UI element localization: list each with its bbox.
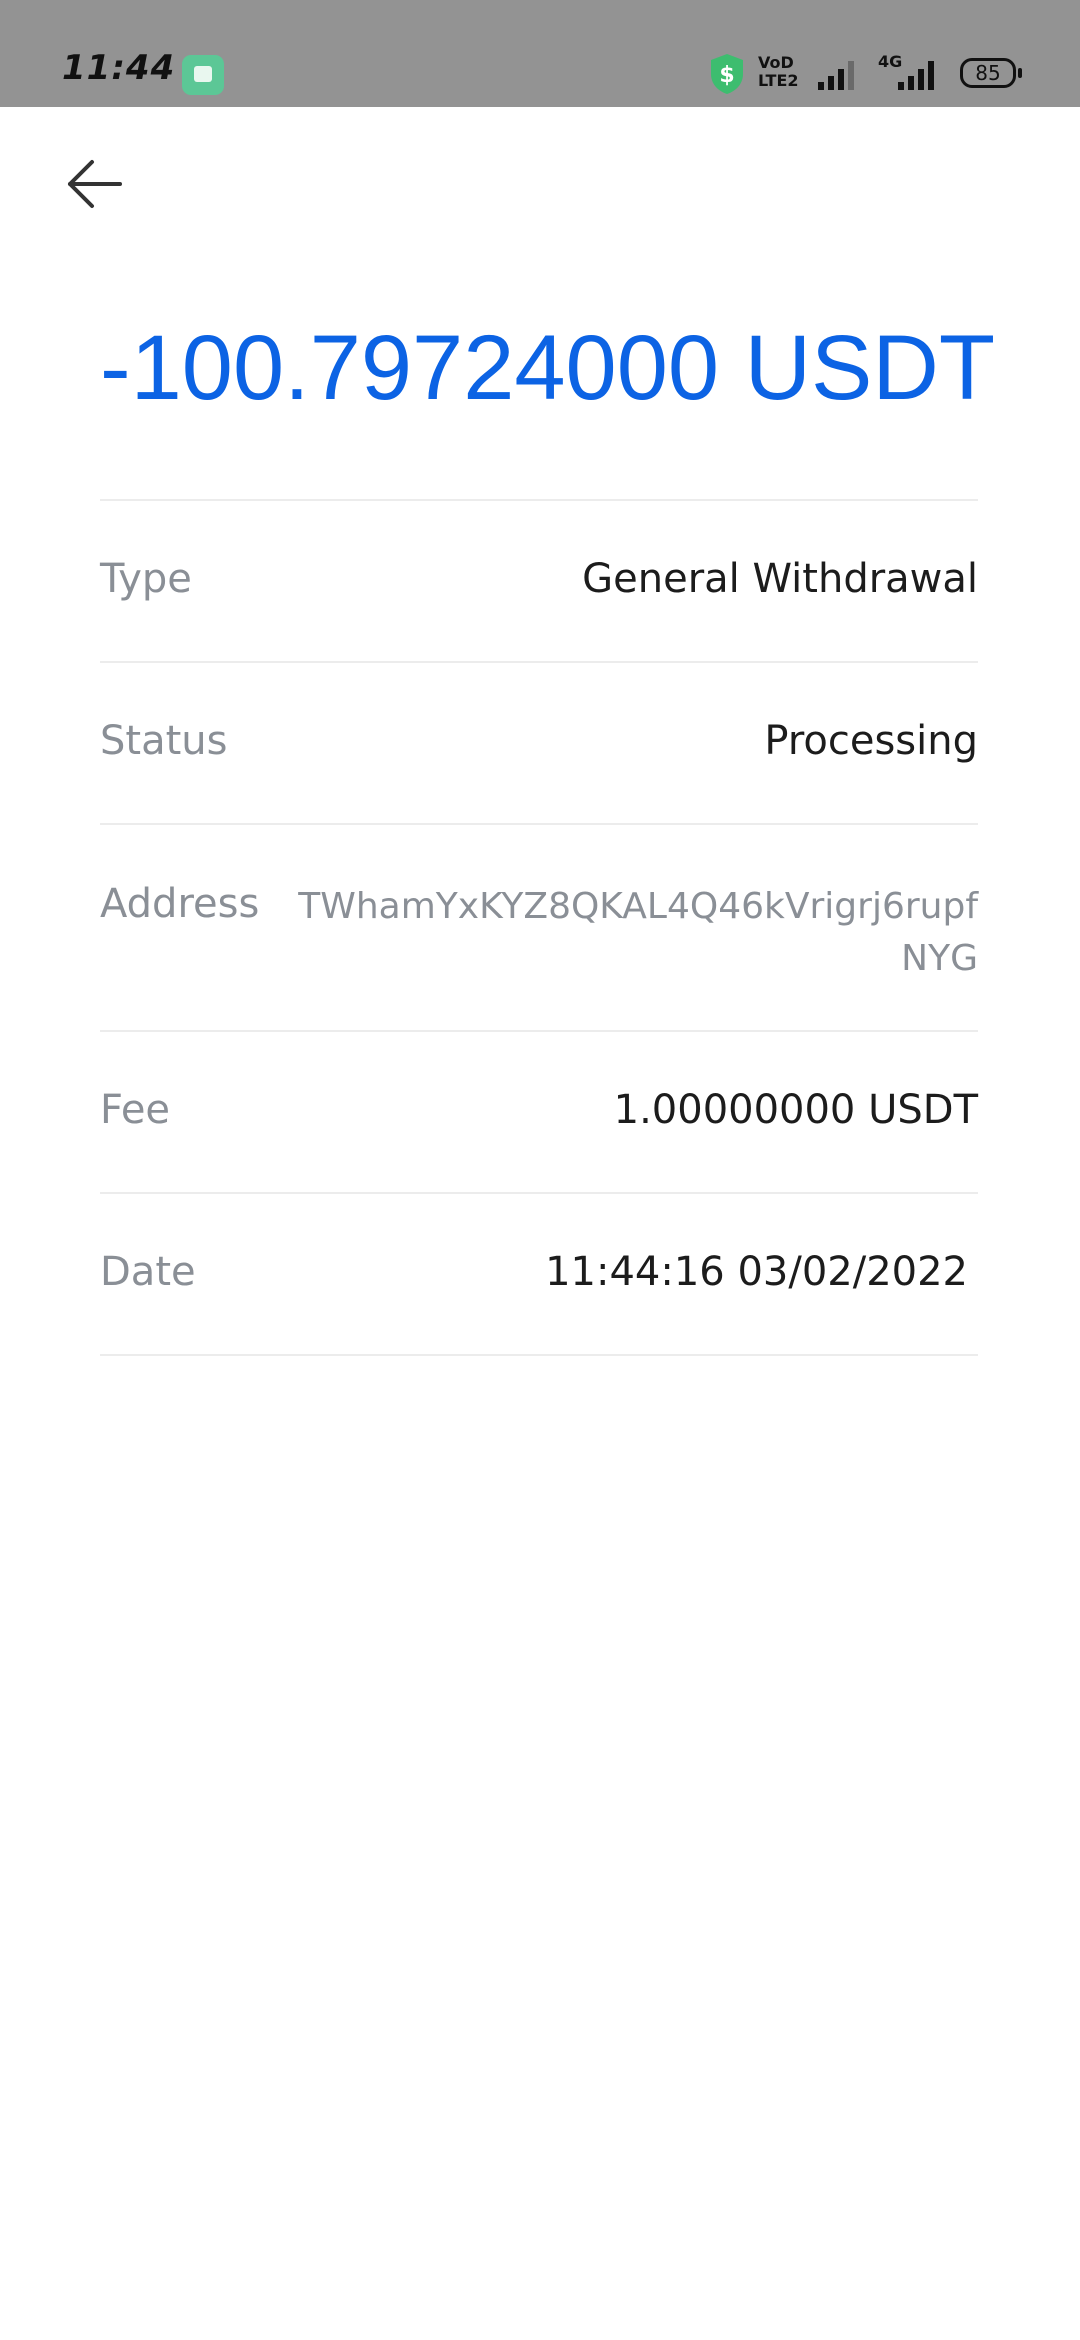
arrow-left-icon [68,160,122,208]
divider [100,1354,978,1356]
signal-strength-icon [898,61,934,90]
address-label: Address [100,881,260,927]
volte-indicator: VoD LTE2 [758,54,799,90]
status-label: Status [100,718,228,764]
detail-row-type: Type General Withdrawal [100,501,978,661]
status-bar: 11:44 $ VoD LTE2 4G 85 [0,0,1080,107]
transaction-amount: -100.79724000 USDT [100,317,996,419]
transaction-details: Type General Withdrawal Status Processin… [100,499,978,1356]
type-value: General Withdrawal [582,556,978,602]
date-value: 11:44:16 03/02/2022 [545,1249,968,1295]
fee-label: Fee [100,1087,171,1133]
type-label: Type [100,556,192,602]
fee-value: 1.00000000 USDT [613,1087,978,1133]
svg-text:$: $ [719,63,734,88]
volte-label-top: VoD [758,53,794,72]
detail-row-address: Address TWhamYxKYZ8QKAL4Q46kVrigrj6rupfN… [100,825,978,1030]
address-value[interactable]: TWhamYxKYZ8QKAL4Q46kVrigrj6rupfNYG [298,881,978,985]
back-button[interactable] [58,150,130,222]
battery-level: 85 [975,61,1001,85]
date-label: Date [100,1249,196,1295]
security-shield-icon: $ [711,54,743,94]
detail-row-status: Status Processing [100,663,978,823]
volte-label-bottom: LTE2 [758,71,799,90]
detail-row-date: Date 11:44:16 03/02/2022 [100,1194,978,1354]
status-value: Processing [764,718,978,764]
battery-icon: 85 [960,58,1022,88]
status-time: 11:44 [62,48,176,88]
app-notification-icon [182,55,224,95]
detail-row-fee: Fee 1.00000000 USDT [100,1032,978,1192]
signal-strength-icon [818,61,854,90]
